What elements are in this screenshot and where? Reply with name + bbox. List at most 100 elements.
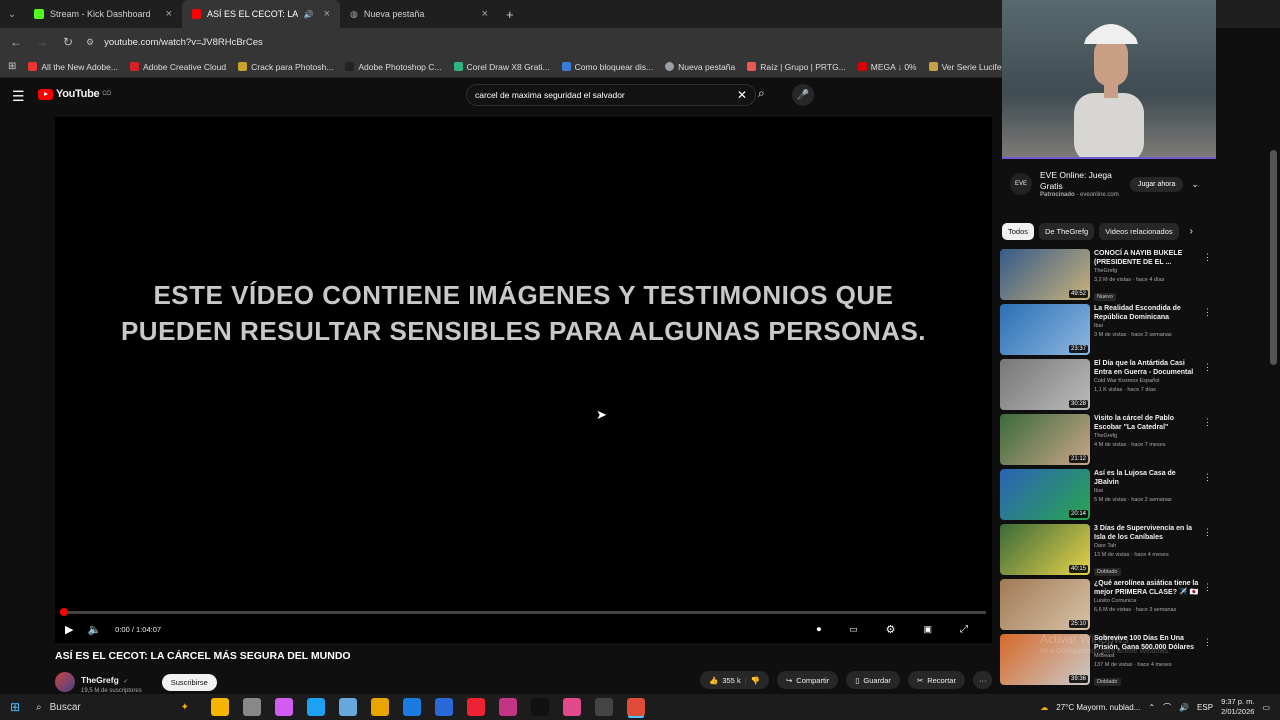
related-video[interactable]: 40:15 3 Días de Supervivencia en la Isla … (1000, 524, 1216, 579)
video-channel[interactable]: TheGrefg (1094, 432, 1202, 441)
related-video[interactable]: 21:12 Visito la cárcel de Pablo Escobar "… (1000, 414, 1216, 469)
forward-arrow-icon[interactable]: → (34, 35, 50, 49)
search-input[interactable]: carcel de maxima seguridad el salvador ✕ (466, 84, 756, 106)
notification-icon[interactable]: ▭ (1262, 703, 1270, 712)
more-options-icon[interactable]: ⋮ (1203, 582, 1212, 593)
search-icon[interactable]: ⌕ (758, 86, 765, 101)
bookmark[interactable]: Raíz | Grupo | PRTG... (747, 62, 846, 72)
video-thumbnail[interactable]: 21:12 (1000, 414, 1090, 465)
taskbar-app-icon[interactable] (307, 698, 325, 716)
taskbar-app-icon[interactable] (627, 698, 645, 716)
sponsored-ad[interactable]: EVE EVE Online: Juega Gratis Patrocinado… (1002, 160, 1216, 208)
video-player[interactable]: ESTE VÍDEO CONTIENE IMÁGENES Y TESTIMONI… (55, 117, 992, 643)
bookmark[interactable]: Adobe Creative Cloud (129, 62, 226, 72)
video-thumbnail[interactable]: 23:37 (1000, 304, 1090, 355)
video-title[interactable]: CONOCÍ A NAYIB BUKELE (PRESIDENTE DE EL … (1094, 249, 1202, 267)
taskbar-app-icon[interactable] (531, 698, 549, 716)
ad-cta-button[interactable]: Jugar ahora (1130, 176, 1184, 192)
bookmark[interactable]: Nueva pestaña (665, 62, 735, 72)
share-button[interactable]: ↪ Compartir (777, 671, 839, 689)
windows-start-icon[interactable]: ⊞ (0, 700, 30, 714)
related-video[interactable]: 25:10 ¿Qué aerolínea asiática tiene la me… (1000, 579, 1216, 634)
subtitles-icon[interactable]: ▭ (849, 624, 858, 635)
settings-gear-icon[interactable]: ⚙ (886, 623, 896, 636)
youtube-logo[interactable]: YouTube CO (38, 88, 111, 100)
ad-title[interactable]: EVE Online: Juega Gratis (1040, 170, 1122, 192)
microphone-icon[interactable]: 🎤 (792, 84, 814, 106)
chevron-up-icon[interactable]: ⌃ (1148, 703, 1155, 712)
clip-button[interactable]: ✂ Recortar (907, 671, 965, 689)
bookmark[interactable]: MEGA ↓ 0% (857, 62, 917, 72)
back-arrow-icon[interactable]: ← (8, 35, 24, 49)
tab-kick-dashboard[interactable]: Stream - Kick Dashboard × (24, 0, 182, 28)
save-button[interactable]: ▯ Guardar (846, 671, 900, 689)
video-channel[interactable]: TheGrefg (1094, 267, 1202, 276)
clock[interactable]: 9:37 p. m. 2/01/2026 (1221, 697, 1254, 717)
taskbar-app-icon[interactable] (403, 698, 421, 716)
more-options-icon[interactable]: ⋮ (1203, 472, 1212, 483)
related-video[interactable]: 23:37 La Realidad Escondida de República … (1000, 304, 1216, 359)
progress-knob[interactable] (60, 608, 68, 616)
more-options-icon[interactable]: ⋮ (1203, 362, 1212, 373)
related-video[interactable]: 30:28 El Día que la Antártida Casi Entra … (1000, 359, 1216, 414)
video-thumbnail[interactable]: 20:14 (1000, 469, 1090, 520)
more-options-icon[interactable]: ⋮ (1203, 637, 1212, 648)
new-tab-button[interactable]: + (506, 7, 514, 22)
taskbar-app-icon[interactable] (595, 698, 613, 716)
chevron-right-icon[interactable]: › (1190, 226, 1193, 237)
tab-new-tab[interactable]: ◍ Nueva pestaña × (340, 0, 498, 28)
related-video[interactable]: 20:14 Así es la Lujosa Casa de JBalvin Iba… (1000, 469, 1216, 524)
taskbar-app-icon[interactable] (275, 698, 293, 716)
weather-label[interactable]: 27°C Mayorm. nublad... (1056, 703, 1140, 712)
tab-youtube-video[interactable]: ASÍ ES EL CECOT: LA CÁRCE 🔊 × (182, 0, 340, 28)
channel-name[interactable]: TheGrefg (81, 675, 119, 685)
subscribe-button[interactable]: Suscribirse (161, 673, 217, 691)
like-button[interactable]: 👍 355 k | 👎 (700, 671, 769, 689)
fullscreen-icon[interactable]: ⤢ (960, 624, 968, 635)
video-title[interactable]: 3 Días de Supervivencia en la Isla de lo… (1094, 524, 1202, 542)
network-icon[interactable]: ⌒ (1163, 702, 1171, 713)
video-channel[interactable]: Ibai (1094, 322, 1202, 331)
taskbar-app-icon[interactable] (339, 698, 357, 716)
video-title[interactable]: ¿Qué aerolínea asiática tiene la mejor P… (1094, 579, 1202, 597)
chevron-down-icon[interactable]: ⌄ (1191, 179, 1199, 190)
video-thumbnail[interactable]: 49:52 (1000, 249, 1090, 300)
related-video[interactable]: 49:52 CONOCÍ A NAYIB BUKELE (PRESIDENTE D… (1000, 249, 1216, 304)
progress-bar[interactable] (60, 608, 986, 616)
video-channel[interactable]: Luisito Comunica (1094, 597, 1202, 606)
video-thumbnail[interactable]: 25:10 (1000, 579, 1090, 630)
video-title[interactable]: El Día que la Antártida Casi Entra en Gu… (1094, 359, 1202, 377)
play-icon[interactable]: ▶ (65, 623, 73, 636)
theater-mode-icon[interactable]: ▣ (923, 624, 932, 635)
bookmark[interactable]: Adobe Photoshop C... (345, 62, 442, 72)
weather-icon[interactable]: ☁ (1040, 703, 1048, 712)
taskbar-app-icon[interactable] (563, 698, 581, 716)
bookmark[interactable]: Corel Draw X8 Grati... (453, 62, 550, 72)
search-query[interactable]: carcel de maxima seguridad el salvador (475, 90, 625, 100)
video-thumbnail[interactable]: 30:28 (1000, 359, 1090, 410)
video-thumbnail[interactable]: 40:15 (1000, 524, 1090, 575)
video-channel[interactable]: Ibai (1094, 487, 1202, 496)
video-channel[interactable]: Cold War Kosmos Español (1094, 377, 1202, 386)
chip-todos[interactable]: Todos (1002, 223, 1035, 240)
reload-icon[interactable]: ↻ (60, 35, 76, 49)
volume-icon[interactable]: 🔈 (87, 623, 101, 636)
site-info-icon[interactable]: ⚙ (86, 37, 94, 48)
more-options-icon[interactable]: ⋮ (1203, 252, 1212, 263)
more-actions-button[interactable]: ··· (972, 671, 993, 689)
video-title[interactable]: Así es la Lujosa Casa de JBalvin (1094, 469, 1202, 487)
tab-list-icon[interactable]: ⌄ (0, 9, 24, 20)
taskbar-app-icon[interactable] (467, 698, 485, 716)
volume-icon[interactable]: 🔊 (1179, 703, 1189, 712)
taskbar-app-icon[interactable] (371, 698, 389, 716)
apps-grid-icon[interactable]: ⊞ (8, 61, 16, 72)
channel-avatar[interactable] (55, 672, 75, 692)
bookmark[interactable]: All the New Adobe... (28, 62, 118, 72)
chip-videos-relacionados[interactable]: Videos relacionados (1099, 223, 1179, 240)
hamburger-menu-icon[interactable]: ☰ (12, 88, 25, 105)
taskbar-app-icon[interactable] (243, 698, 261, 716)
bookmark[interactable]: Crack para Photosh... (238, 62, 333, 72)
more-options-icon[interactable]: ⋮ (1203, 417, 1212, 428)
close-icon[interactable]: × (482, 8, 488, 20)
thumbs-down-icon[interactable]: 👎 (751, 676, 760, 685)
